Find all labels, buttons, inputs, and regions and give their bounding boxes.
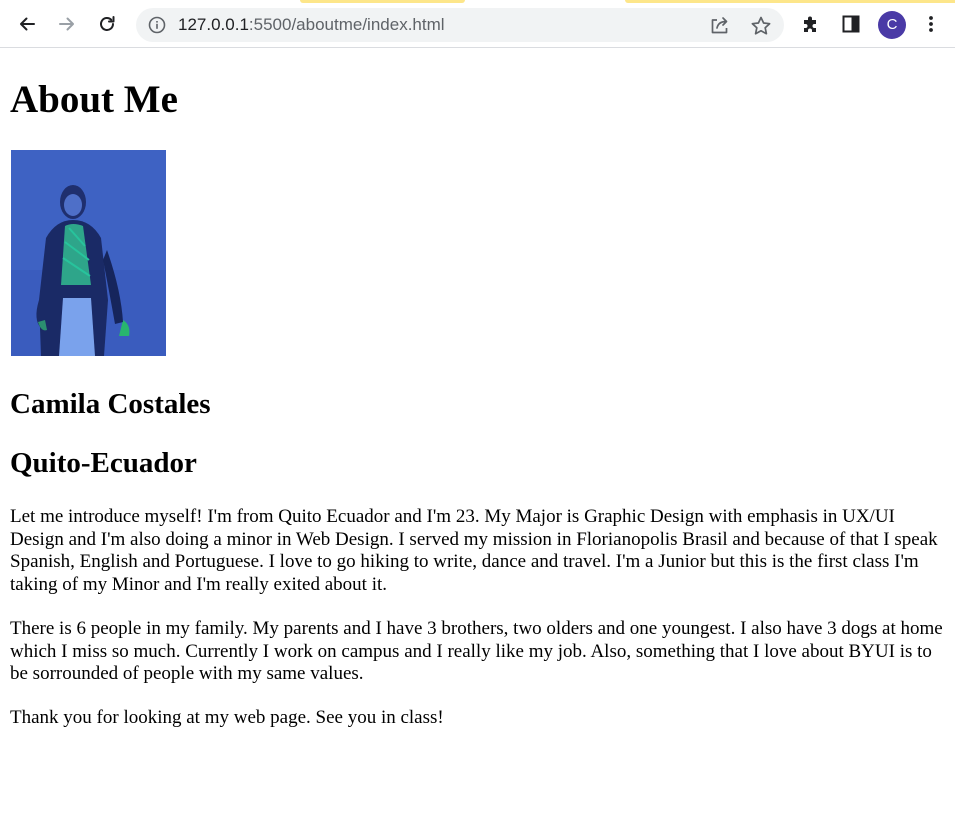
profile-photo bbox=[11, 150, 166, 356]
star-icon[interactable] bbox=[750, 15, 772, 37]
address-bar[interactable]: 127.0.0.1:5500/aboutme/index.html bbox=[136, 8, 784, 42]
person-location: Quito-Ecuador bbox=[10, 447, 197, 479]
share-icon[interactable] bbox=[709, 15, 731, 35]
arrow-left-icon bbox=[20, 17, 35, 31]
url-host: 127.0.0.1 bbox=[178, 15, 249, 34]
arrow-right-icon bbox=[59, 17, 74, 31]
page-title: About Me bbox=[10, 78, 178, 121]
profile-avatar[interactable]: C bbox=[878, 11, 906, 39]
side-panel-button[interactable] bbox=[839, 12, 863, 36]
url-text[interactable]: 127.0.0.1:5500/aboutme/index.html bbox=[178, 15, 445, 35]
reload-button[interactable] bbox=[93, 10, 121, 38]
reload-icon bbox=[100, 16, 115, 31]
person-name: Camila Costales bbox=[10, 388, 211, 420]
extensions-button[interactable] bbox=[799, 12, 823, 36]
puzzle-icon bbox=[804, 16, 816, 32]
family-paragraph: There is 6 people in my family. My paren… bbox=[10, 618, 943, 685]
info-icon[interactable] bbox=[148, 16, 166, 34]
back-button[interactable] bbox=[13, 10, 41, 38]
closing-paragraph: Thank you for looking at my web page. Se… bbox=[10, 707, 444, 728]
tab-accent bbox=[300, 0, 465, 3]
kebab-menu-icon bbox=[929, 16, 933, 32]
tab-accent bbox=[625, 0, 955, 3]
side-panel-icon bbox=[842, 15, 860, 33]
bio-paragraph: Let me introduce myself! I'm from Quito … bbox=[10, 506, 938, 595]
url-path: :5500/aboutme/index.html bbox=[248, 15, 445, 34]
forward-button[interactable] bbox=[53, 10, 81, 38]
page-content: About Me Camila Costales Quito-Ecuador L… bbox=[0, 48, 955, 829]
browser-toolbar: 127.0.0.1:5500/aboutme/index.html C bbox=[0, 0, 955, 48]
person-photo-illustration bbox=[11, 150, 166, 356]
browser-menu-button[interactable] bbox=[919, 12, 943, 36]
